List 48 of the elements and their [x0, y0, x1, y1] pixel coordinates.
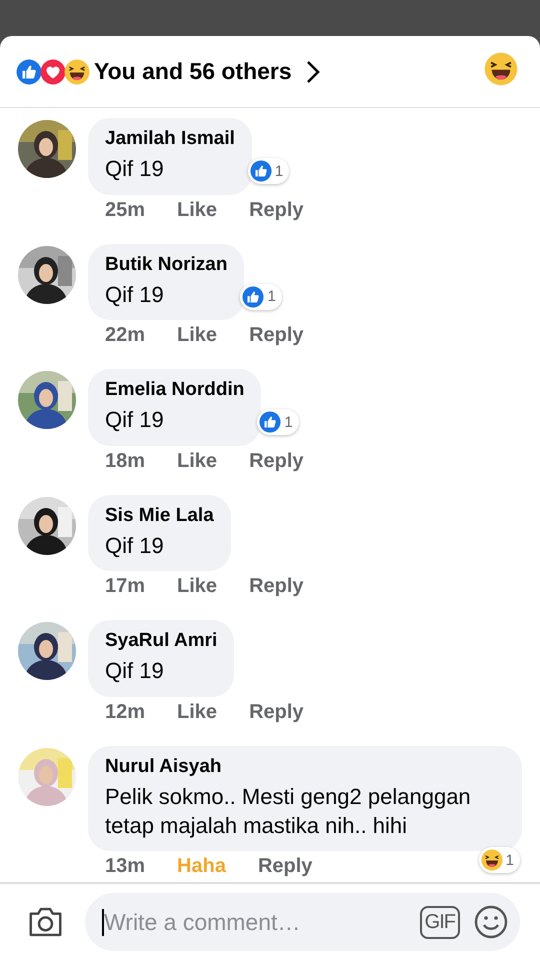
commenter-name[interactable]: Butik Norizan — [105, 254, 228, 276]
commenter-name[interactable]: Jamilah Ismail — [105, 128, 235, 150]
reaction-count: 1 — [274, 162, 284, 180]
like-icon — [259, 411, 282, 434]
comment-text: Qif 19 — [105, 406, 165, 434]
reaction-count-badge[interactable]: 1 — [478, 847, 520, 874]
like-icon — [250, 160, 272, 182]
reaction-link[interactable]: Like — [177, 700, 218, 724]
commenter-name[interactable]: Nurul Aisyah — [105, 756, 505, 778]
comment-text: Qif 19 — [105, 280, 165, 309]
comment-time: 18m — [105, 450, 146, 473]
chevron-right-icon — [306, 60, 320, 84]
comment-time: 22m — [105, 324, 146, 348]
laughing-emoji-icon — [484, 52, 518, 86]
reaction-link[interactable]: Like — [177, 450, 218, 473]
comment-text: Qif 19 — [105, 657, 165, 686]
reaction-count: 1 — [506, 852, 514, 869]
commenter-name[interactable]: Emelia Norddin — [105, 379, 244, 402]
reaction-count-badge[interactable]: 1 — [257, 409, 299, 436]
reply-link[interactable]: Reply — [258, 855, 312, 878]
reaction-count-badge[interactable]: 1 — [248, 158, 290, 184]
comment-text: Qif 19 — [105, 532, 165, 560]
reply-link[interactable]: Reply — [249, 324, 304, 348]
comment-time: 13m — [105, 855, 146, 878]
commenter-name[interactable]: Sis Mie Lala — [105, 504, 214, 527]
comment-text: Pelik sokmo.. Mesti geng2 pelanggan tetap majalah mastika nih.. hihi — [105, 782, 472, 840]
reply-link[interactable]: Reply — [249, 700, 304, 724]
reply-link[interactable]: Reply — [249, 198, 304, 222]
comment-time: 25m — [105, 198, 146, 222]
commenter-name[interactable]: SyaRul Amri — [105, 630, 218, 652]
camera-icon[interactable] — [28, 905, 63, 939]
reaction-count: 1 — [267, 288, 276, 306]
like-icon — [242, 286, 264, 308]
comment-time: 12m — [105, 700, 146, 724]
gif-button[interactable]: GIF — [420, 906, 460, 938]
smiley-icon[interactable] — [474, 905, 508, 939]
laughing-emoji-icon — [480, 849, 503, 872]
reaction-count: 1 — [284, 414, 293, 431]
reply-link[interactable]: Reply — [249, 450, 304, 473]
reaction-link[interactable]: Like — [177, 575, 218, 598]
reaction-link[interactable]: Like — [177, 324, 218, 348]
reaction-link[interactable]: Like — [177, 198, 218, 222]
reaction-count-badge[interactable]: 1 — [240, 284, 282, 310]
reactions-summary-link[interactable]: You and 56 others — [88, 58, 320, 85]
comment-text: Qif 19 — [105, 155, 165, 183]
comment-time: 17m — [105, 575, 146, 598]
reply-link[interactable]: Reply — [249, 575, 304, 598]
text-cursor — [102, 909, 104, 936]
